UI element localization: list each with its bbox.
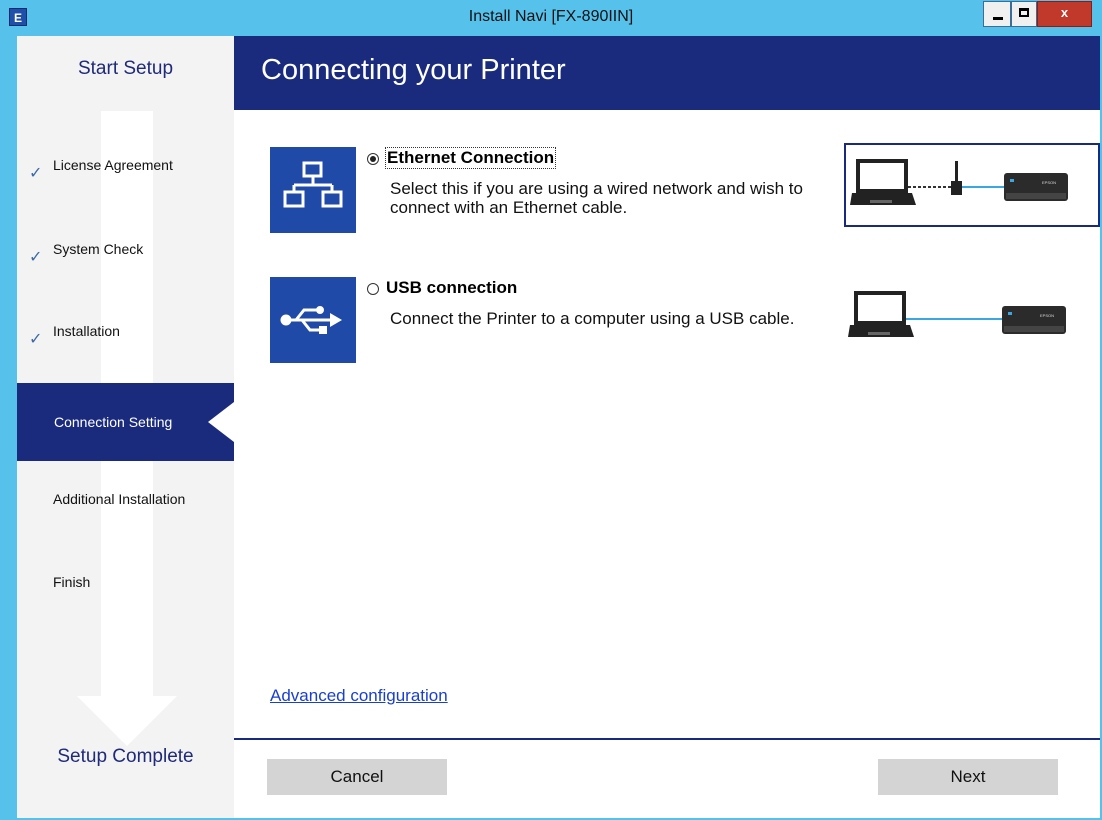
usb-diagram: EPSON bbox=[844, 273, 1100, 357]
usb-option-title[interactable]: USB connection bbox=[386, 278, 517, 298]
cancel-button[interactable]: Cancel bbox=[267, 759, 447, 795]
usb-icon bbox=[270, 277, 356, 363]
step-label: Connection Setting bbox=[54, 414, 173, 430]
network-icon bbox=[270, 147, 356, 233]
next-button[interactable]: Next bbox=[878, 759, 1058, 795]
checkmark-icon: ✓ bbox=[29, 165, 43, 182]
page-title: Connecting your Printer bbox=[261, 54, 566, 86]
ethernet-radio[interactable] bbox=[367, 153, 379, 165]
step-system-check: ✓ System Check bbox=[17, 210, 234, 288]
checkmark-icon: ✓ bbox=[29, 331, 43, 348]
step-label: License Agreement bbox=[53, 157, 173, 173]
printer-brand-label: EPSON bbox=[1042, 180, 1056, 185]
setup-complete-title: Setup Complete bbox=[57, 746, 194, 767]
usb-radio[interactable] bbox=[367, 283, 379, 295]
step-label: Finish bbox=[53, 574, 91, 590]
maximize-button[interactable] bbox=[1011, 1, 1037, 27]
start-setup-title: Start Setup bbox=[77, 58, 174, 79]
printer-brand-label: EPSON bbox=[1040, 313, 1054, 318]
step-license-agreement: ✓ License Agreement bbox=[17, 126, 234, 204]
ethernet-option-description: Select this if you are using a wired net… bbox=[390, 179, 803, 217]
option-usb[interactable]: USB connection Connect the Printer to a … bbox=[270, 277, 1066, 377]
step-label: System Check bbox=[53, 241, 144, 257]
checkmark-icon: ✓ bbox=[29, 249, 43, 266]
step-connection-setting: Connection Setting bbox=[17, 383, 234, 461]
step-label: Installation bbox=[53, 323, 120, 339]
advanced-configuration-link[interactable]: Advanced configuration bbox=[270, 686, 448, 706]
title-bar: E Install Navi [FX-890IIN] x bbox=[0, 0, 1102, 36]
ethernet-option-title[interactable]: Ethernet Connection bbox=[384, 147, 557, 169]
window-title: Install Navi [FX-890IIN] bbox=[468, 8, 634, 25]
minimize-button[interactable] bbox=[983, 1, 1011, 27]
ethernet-diagram: EPSON bbox=[844, 143, 1100, 227]
footer-divider bbox=[234, 738, 1100, 740]
step-label: Additional Installation bbox=[53, 491, 186, 507]
steps-sidebar: Start Setup ✓ License Agreement ✓ System… bbox=[17, 36, 234, 818]
close-button[interactable]: x bbox=[1037, 1, 1092, 27]
page-header: Connecting your Printer bbox=[234, 36, 1100, 110]
usb-option-description: Connect the Printer to a computer using … bbox=[390, 309, 795, 328]
step-installation: ✓ Installation bbox=[17, 292, 234, 370]
option-ethernet[interactable]: Ethernet Connection Select this if you a… bbox=[270, 143, 1100, 247]
window-body: Start Setup ✓ License Agreement ✓ System… bbox=[17, 36, 1100, 818]
step-finish: Finish bbox=[17, 543, 234, 621]
step-additional-installation: Additional Installation bbox=[17, 460, 234, 538]
